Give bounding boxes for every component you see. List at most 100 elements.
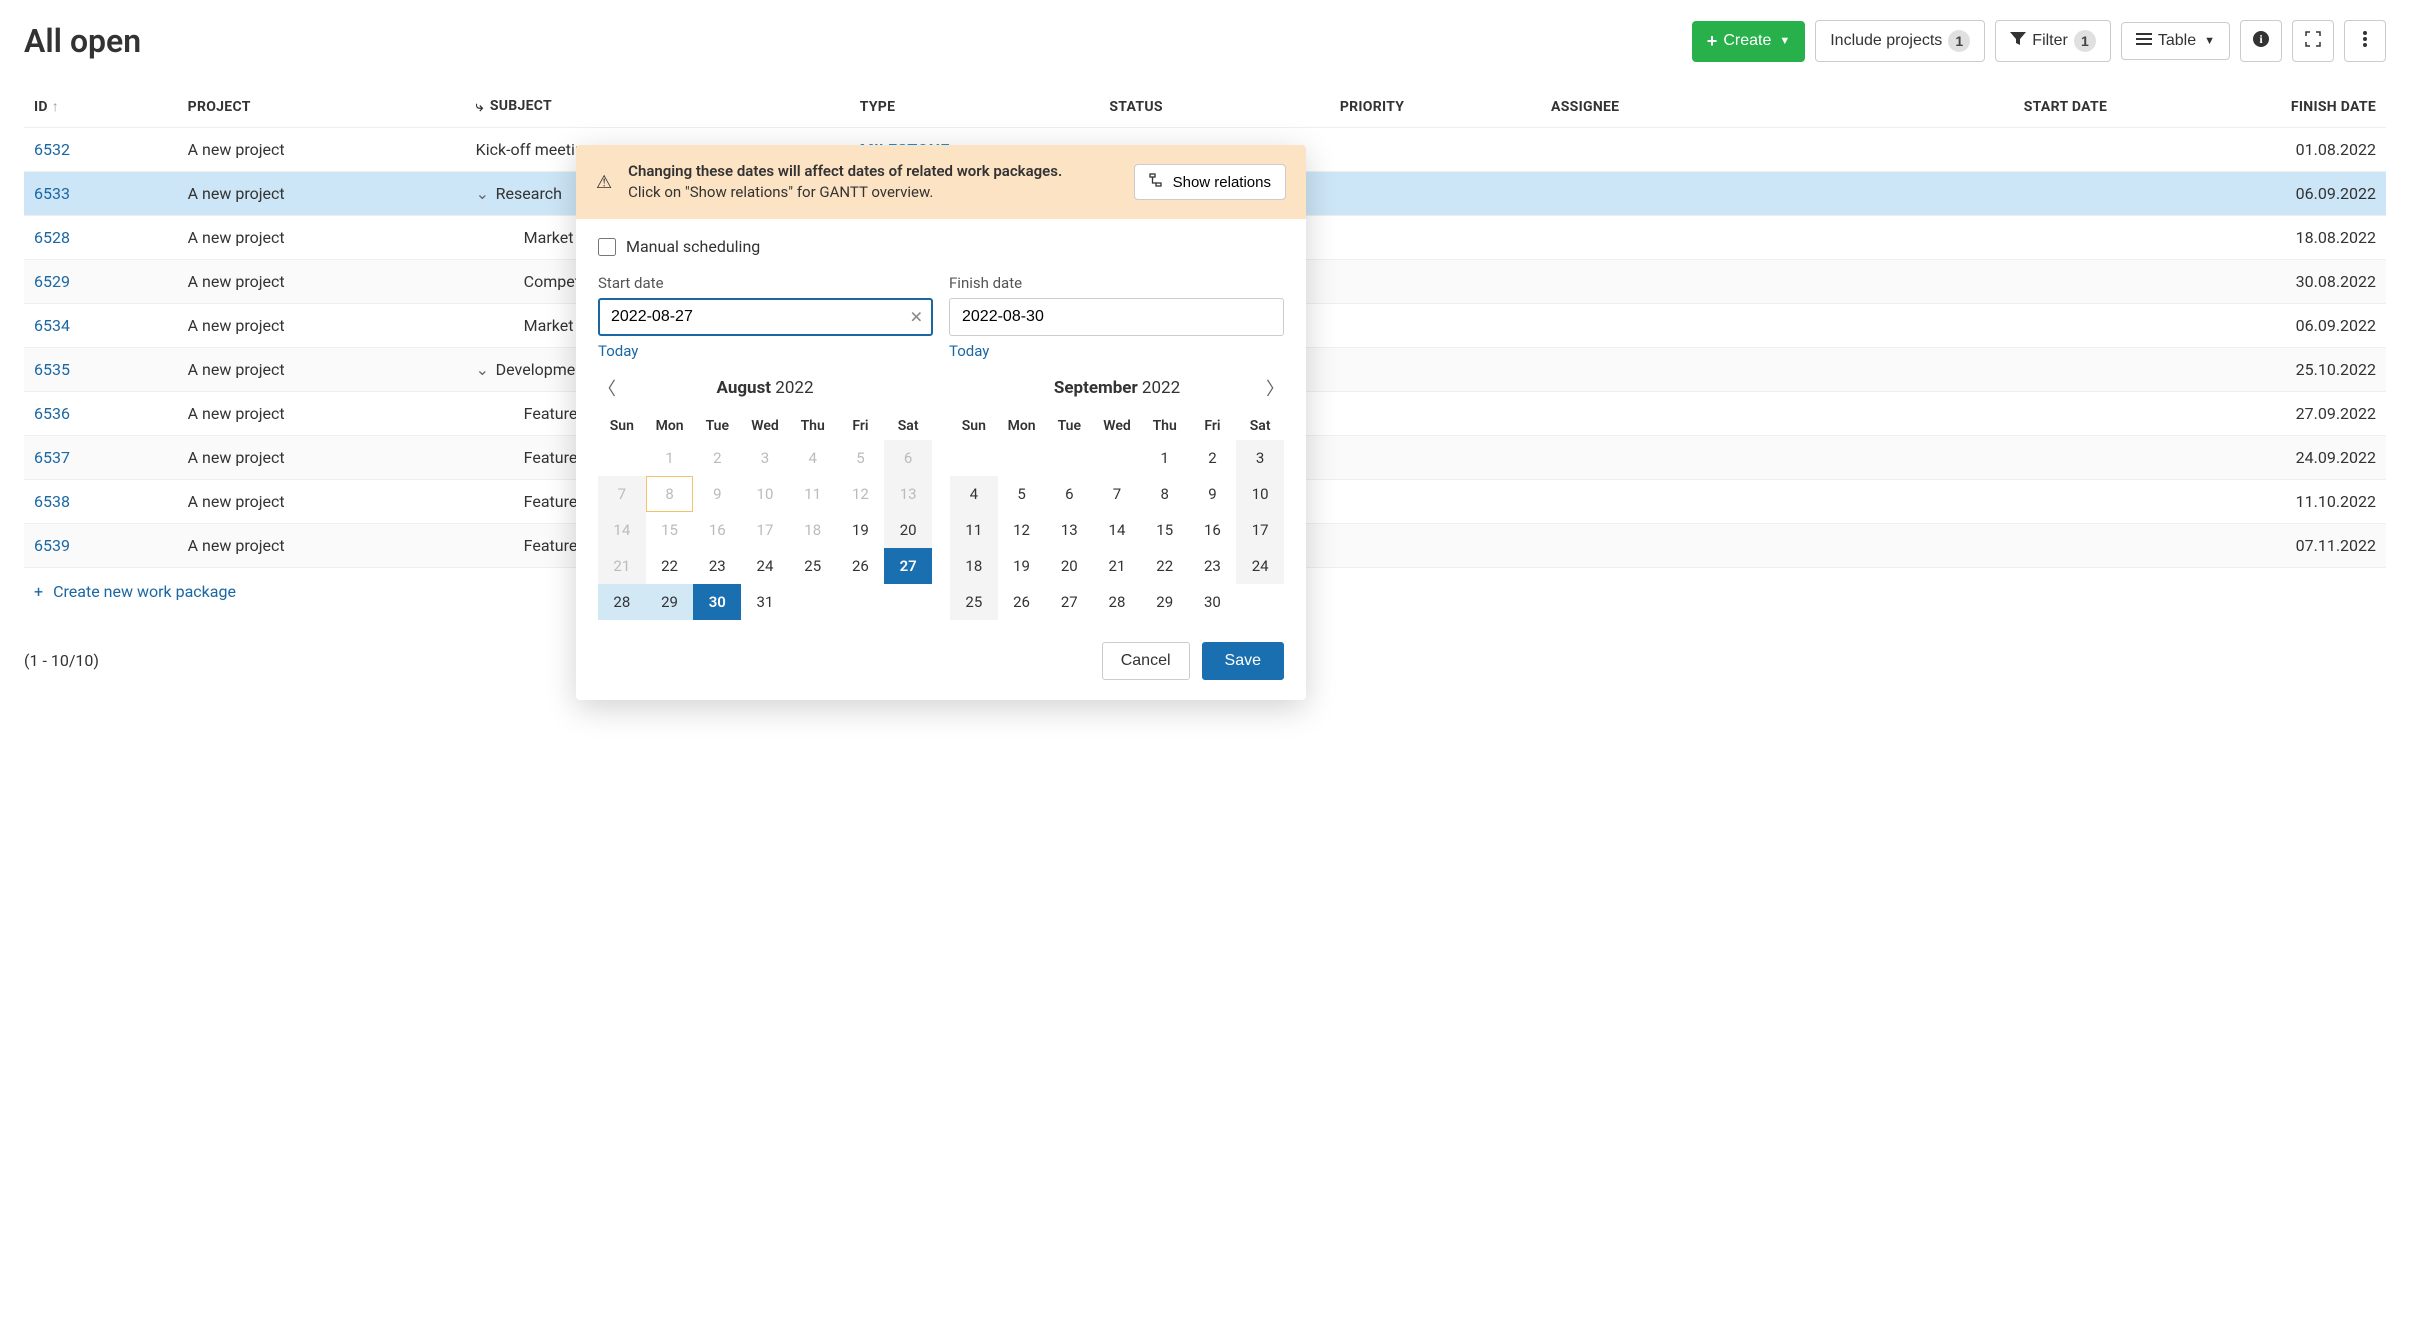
calendar-day[interactable]: 29: [646, 584, 694, 620]
work-package-id-link[interactable]: 6533: [34, 184, 70, 203]
col-id[interactable]: ID↑: [24, 86, 178, 128]
cancel-button[interactable]: Cancel: [1102, 642, 1190, 680]
calendar-day[interactable]: 22: [1141, 548, 1189, 584]
work-package-id-link[interactable]: 6539: [34, 536, 70, 555]
calendar-day[interactable]: 27: [884, 548, 932, 584]
calendar-day[interactable]: 20: [884, 512, 932, 548]
finish-today-link[interactable]: Today: [949, 342, 989, 360]
calendar-day[interactable]: 21: [598, 548, 646, 584]
work-package-id-link[interactable]: 6537: [34, 448, 70, 467]
calendar-day[interactable]: 22: [646, 548, 694, 584]
calendar-day[interactable]: 24: [741, 548, 789, 584]
work-package-id-link[interactable]: 6534: [34, 316, 70, 335]
calendar-day[interactable]: 18: [950, 548, 998, 584]
info-button[interactable]: i: [2240, 20, 2282, 62]
calendar-day[interactable]: 7: [598, 476, 646, 512]
calendar-day[interactable]: 21: [1093, 548, 1141, 584]
calendar-day[interactable]: 27: [1045, 584, 1093, 620]
calendar-day[interactable]: 12: [837, 476, 885, 512]
calendar-day[interactable]: 3: [1236, 440, 1284, 476]
next-month-icon[interactable]: 〉: [1266, 375, 1284, 401]
work-package-id-link[interactable]: 6535: [34, 360, 70, 379]
calendar-day[interactable]: 31: [741, 584, 789, 620]
show-relations-button[interactable]: Show relations: [1134, 164, 1286, 200]
calendar-day[interactable]: 26: [998, 584, 1046, 620]
work-package-id-link[interactable]: 6528: [34, 228, 70, 247]
calendar-day[interactable]: 9: [1189, 476, 1237, 512]
calendar-day[interactable]: 28: [1093, 584, 1141, 620]
calendar-day[interactable]: 23: [1189, 548, 1237, 584]
fullscreen-button[interactable]: [2292, 20, 2334, 62]
prev-month-icon[interactable]: 〈: [598, 375, 616, 401]
calendar-day[interactable]: 17: [741, 512, 789, 548]
calendar-day[interactable]: 1: [1141, 440, 1189, 476]
calendar-day[interactable]: 28: [598, 584, 646, 620]
calendar-day[interactable]: 2: [693, 440, 741, 476]
create-button[interactable]: + Create ▼: [1692, 21, 1805, 62]
calendar-day[interactable]: 23: [693, 548, 741, 584]
calendar-day[interactable]: 5: [837, 440, 885, 476]
manual-scheduling-toggle[interactable]: Manual scheduling: [598, 237, 1284, 256]
calendar-day[interactable]: 26: [837, 548, 885, 584]
col-priority[interactable]: PRIORITY: [1330, 86, 1541, 128]
work-package-id-link[interactable]: 6529: [34, 272, 70, 291]
calendar-day[interactable]: 24: [1236, 548, 1284, 584]
calendar-day[interactable]: 4: [950, 476, 998, 512]
calendar-day[interactable]: 18: [789, 512, 837, 548]
col-type[interactable]: TYPE: [850, 86, 1100, 128]
calendar-day[interactable]: 29: [1141, 584, 1189, 620]
calendar-day[interactable]: 16: [693, 512, 741, 548]
calendar-day[interactable]: 25: [789, 548, 837, 584]
calendar-day[interactable]: 16: [1189, 512, 1237, 548]
col-start-date[interactable]: START DATE: [1848, 86, 2117, 128]
filter-button[interactable]: Filter 1: [1995, 20, 2111, 62]
calendar-day[interactable]: 6: [884, 440, 932, 476]
calendar-day[interactable]: 8: [646, 476, 694, 512]
calendar-day[interactable]: 5: [998, 476, 1046, 512]
save-button[interactable]: Save: [1202, 642, 1284, 680]
calendar-day[interactable]: 3: [741, 440, 789, 476]
calendar-day[interactable]: 30: [693, 584, 741, 620]
clear-start-icon[interactable]: ✕: [910, 308, 923, 327]
calendar-day[interactable]: 10: [741, 476, 789, 512]
calendar-day[interactable]: 11: [789, 476, 837, 512]
calendar-day[interactable]: 7: [1093, 476, 1141, 512]
col-status[interactable]: STATUS: [1099, 86, 1329, 128]
calendar-day[interactable]: 13: [884, 476, 932, 512]
calendar-day[interactable]: 9: [693, 476, 741, 512]
calendar-day[interactable]: 4: [789, 440, 837, 476]
calendar-day[interactable]: 8: [1141, 476, 1189, 512]
start-today-link[interactable]: Today: [598, 342, 638, 360]
calendar-day[interactable]: 14: [1093, 512, 1141, 548]
calendar-day[interactable]: 13: [1045, 512, 1093, 548]
calendar-day[interactable]: 15: [1141, 512, 1189, 548]
calendar-day[interactable]: 15: [646, 512, 694, 548]
chevron-down-icon[interactable]: ⌄: [476, 184, 490, 203]
calendar-day[interactable]: 25: [950, 584, 998, 620]
calendar-day[interactable]: 19: [837, 512, 885, 548]
col-finish-date[interactable]: FINISH DATE: [2117, 86, 2386, 128]
calendar-day[interactable]: 14: [598, 512, 646, 548]
col-subject[interactable]: ⤷SUBJECT: [466, 86, 850, 128]
work-package-id-link[interactable]: 6538: [34, 492, 70, 511]
calendar-day[interactable]: 19: [998, 548, 1046, 584]
work-package-id-link[interactable]: 6532: [34, 140, 70, 159]
manual-scheduling-checkbox[interactable]: [598, 238, 616, 256]
calendar-day[interactable]: 20: [1045, 548, 1093, 584]
calendar-day[interactable]: 2: [1189, 440, 1237, 476]
include-projects-button[interactable]: Include projects 1: [1815, 20, 1985, 62]
col-assignee[interactable]: ASSIGNEE: [1541, 86, 1848, 128]
work-package-id-link[interactable]: 6536: [34, 404, 70, 423]
chevron-down-icon[interactable]: ⌄: [476, 360, 490, 379]
calendar-day[interactable]: 10: [1236, 476, 1284, 512]
view-mode-button[interactable]: Table ▼: [2121, 22, 2230, 60]
start-date-input[interactable]: [598, 298, 933, 336]
calendar-day[interactable]: 12: [998, 512, 1046, 548]
calendar-day[interactable]: 30: [1189, 584, 1237, 620]
calendar-day[interactable]: 11: [950, 512, 998, 548]
calendar-day[interactable]: 6: [1045, 476, 1093, 512]
calendar-day[interactable]: 1: [646, 440, 694, 476]
more-button[interactable]: [2344, 20, 2386, 62]
col-project[interactable]: PROJECT: [178, 86, 466, 128]
calendar-day[interactable]: 17: [1236, 512, 1284, 548]
